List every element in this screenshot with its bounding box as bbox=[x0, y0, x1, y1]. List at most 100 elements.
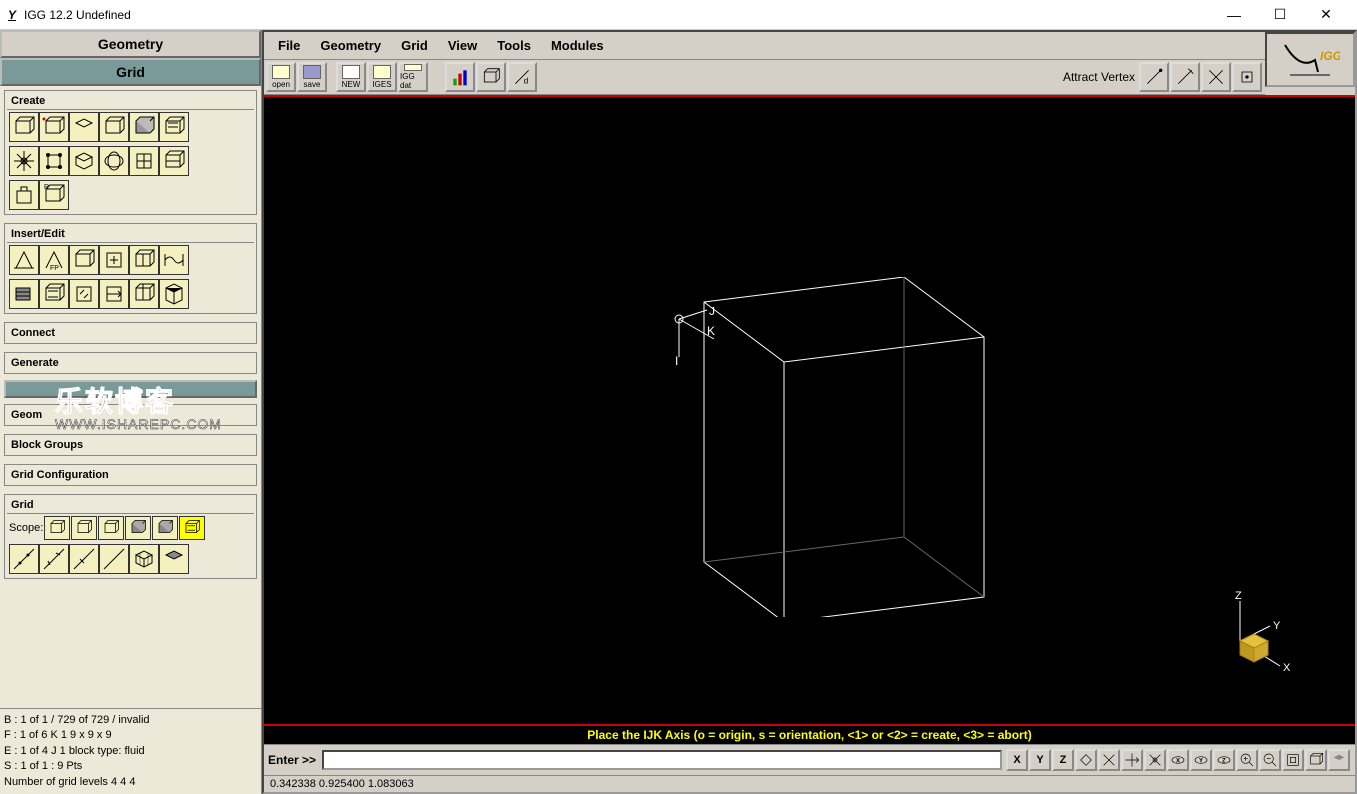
ie-tool-8[interactable] bbox=[39, 279, 69, 309]
grid-config-group[interactable]: Grid Configuration bbox=[4, 464, 257, 486]
view-tool-4[interactable] bbox=[1144, 749, 1166, 771]
ie-tool-4[interactable] bbox=[99, 245, 129, 275]
svg-text:R: R bbox=[44, 184, 49, 191]
create-tool-6[interactable] bbox=[159, 112, 189, 142]
menu-modules[interactable]: Modules bbox=[541, 34, 614, 57]
create-tool-9[interactable] bbox=[69, 146, 99, 176]
viewport[interactable]: I J K Z Y X bbox=[264, 95, 1355, 726]
iges-button[interactable]: IGES bbox=[367, 62, 397, 92]
scope-4[interactable] bbox=[125, 516, 151, 540]
scope-3[interactable] bbox=[98, 516, 124, 540]
scope-2[interactable] bbox=[71, 516, 97, 540]
attract-vertex-label: Attract Vertex bbox=[1063, 70, 1135, 84]
svg-text:d: d bbox=[524, 76, 529, 86]
ie-tool-1[interactable] bbox=[9, 245, 39, 275]
ie-tool-2[interactable]: FP bbox=[39, 245, 69, 275]
block-groups-group[interactable]: Block Groups bbox=[4, 434, 257, 456]
insert-edit-group: Insert/Edit FP bbox=[4, 223, 257, 314]
grid-title: Grid bbox=[7, 497, 254, 514]
grid-group: Grid Scope: bbox=[4, 494, 257, 579]
attract-tool-2[interactable] bbox=[1170, 62, 1200, 92]
attract-tool-4[interactable] bbox=[1232, 62, 1262, 92]
status-line-5: Number of grid levels 4 4 4 bbox=[4, 775, 257, 790]
settings-button[interactable] bbox=[1328, 749, 1350, 771]
grid-header[interactable]: Grid bbox=[0, 58, 261, 86]
view-tool-1[interactable] bbox=[1075, 749, 1097, 771]
scope-label: Scope: bbox=[9, 522, 43, 534]
status-info: B : 1 of 1 / 729 of 729 / invalid F : 1 … bbox=[0, 708, 261, 794]
view-tool-2[interactable] bbox=[1098, 749, 1120, 771]
app-icon: Y bbox=[8, 8, 16, 22]
save-button[interactable]: save bbox=[297, 62, 327, 92]
ie-tool-12[interactable] bbox=[159, 279, 189, 309]
grid-tool-1[interactable] bbox=[9, 544, 39, 574]
grid-tool-5[interactable] bbox=[129, 544, 159, 574]
status-line-1: B : 1 of 1 / 729 of 729 / invalid bbox=[4, 713, 257, 728]
close-button[interactable]: ✕ bbox=[1303, 0, 1349, 30]
zoom-in-button[interactable] bbox=[1236, 749, 1258, 771]
create-tool-2[interactable] bbox=[39, 112, 69, 142]
menu-tools[interactable]: Tools bbox=[487, 34, 541, 57]
menu-grid[interactable]: Grid bbox=[391, 34, 438, 57]
create-tool-3[interactable] bbox=[69, 112, 99, 142]
ie-tool-5[interactable] bbox=[129, 245, 159, 275]
fit-button[interactable] bbox=[1282, 749, 1304, 771]
rotate-z-button[interactable]: Z bbox=[1213, 749, 1235, 771]
ie-tool-3[interactable] bbox=[69, 245, 99, 275]
minimize-button[interactable]: — bbox=[1211, 0, 1257, 30]
rotate-x-button[interactable]: X bbox=[1167, 749, 1189, 771]
scope-1[interactable] bbox=[44, 516, 70, 540]
ie-tool-11[interactable] bbox=[129, 279, 159, 309]
chart-button[interactable] bbox=[445, 62, 475, 92]
iggdat-button[interactable]: IGG dat bbox=[398, 62, 428, 92]
create-tool-8[interactable] bbox=[39, 146, 69, 176]
create-tool-12[interactable] bbox=[159, 146, 189, 176]
zoom-out-button[interactable] bbox=[1259, 749, 1281, 771]
grid-tool-4[interactable] bbox=[99, 544, 129, 574]
command-input[interactable] bbox=[322, 750, 1002, 770]
coord-x-button[interactable]: X bbox=[1006, 749, 1028, 771]
ie-tool-10[interactable] bbox=[99, 279, 129, 309]
create-tool-7[interactable] bbox=[9, 146, 39, 176]
ie-tool-7[interactable] bbox=[9, 279, 39, 309]
menu-geometry[interactable]: Geometry bbox=[310, 34, 391, 57]
menu-file[interactable]: File bbox=[268, 34, 310, 57]
view-tool-3[interactable] bbox=[1121, 749, 1143, 771]
attract-tool-3[interactable] bbox=[1201, 62, 1231, 92]
rotate-y-button[interactable]: Y bbox=[1190, 749, 1212, 771]
connect-group[interactable]: Connect bbox=[4, 322, 257, 344]
ie-tool-9[interactable] bbox=[69, 279, 99, 309]
generate-group[interactable]: Generate bbox=[4, 352, 257, 374]
cube-view-button[interactable] bbox=[1305, 749, 1327, 771]
box-button[interactable] bbox=[476, 62, 506, 92]
svg-text:Y: Y bbox=[1199, 759, 1203, 765]
scope-5[interactable] bbox=[152, 516, 178, 540]
attract-tool-1[interactable] bbox=[1139, 62, 1169, 92]
distance-button[interactable]: d bbox=[507, 62, 537, 92]
create-tool-4[interactable] bbox=[99, 112, 129, 142]
grid-tool-2[interactable] bbox=[39, 544, 69, 574]
maximize-button[interactable]: ☐ bbox=[1257, 0, 1303, 30]
coord-z-button[interactable]: Z bbox=[1052, 749, 1074, 771]
create-tool-5[interactable] bbox=[129, 112, 159, 142]
create-tool-14[interactable]: R bbox=[39, 180, 69, 210]
create-tool-1[interactable] bbox=[9, 112, 39, 142]
enter-label: Enter >> bbox=[268, 753, 316, 767]
coord-y-button[interactable]: Y bbox=[1029, 749, 1051, 771]
status-line-2: F : 1 of 6 K 1 9 x 9 x 9 bbox=[4, 728, 257, 743]
create-tool-11[interactable] bbox=[129, 146, 159, 176]
new-button[interactable]: NEW bbox=[336, 62, 366, 92]
create-tool-13[interactable] bbox=[9, 180, 39, 210]
open-button[interactable]: open bbox=[266, 62, 296, 92]
ie-tool-6[interactable] bbox=[159, 245, 189, 275]
scope-6[interactable] bbox=[179, 516, 205, 540]
svg-text:X: X bbox=[1283, 662, 1291, 674]
geometry-header[interactable]: Geometry bbox=[0, 30, 261, 58]
ijk-axis: I J K bbox=[669, 307, 729, 370]
grid-tool-6[interactable] bbox=[159, 544, 189, 574]
create-tool-10[interactable] bbox=[99, 146, 129, 176]
menu-view[interactable]: View bbox=[438, 34, 487, 57]
watermark-main: 乐软博客 bbox=[55, 380, 222, 420]
grid-tool-3[interactable] bbox=[69, 544, 99, 574]
hint-bar: Place the IJK Axis (o = origin, s = orie… bbox=[264, 726, 1355, 744]
